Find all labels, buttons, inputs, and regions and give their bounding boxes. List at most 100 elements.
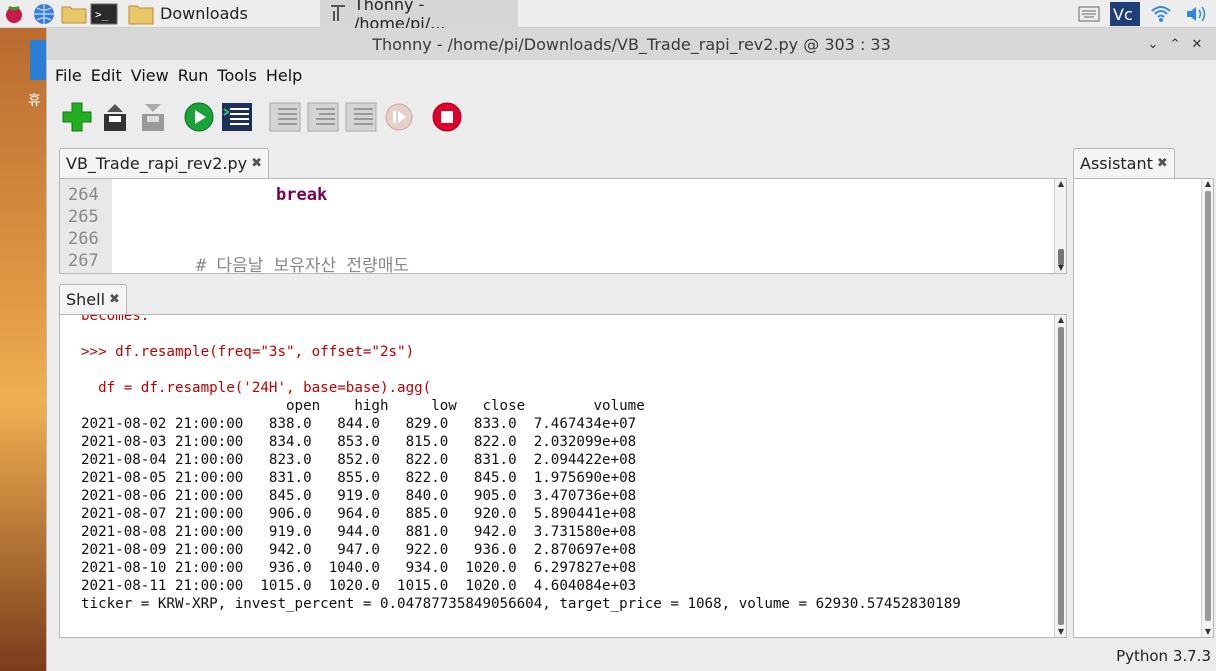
menu-run[interactable]: Run [178, 66, 209, 85]
scroll-thumb[interactable] [1058, 327, 1064, 625]
assistant-tabstrip: Assistant ✖ [1073, 146, 1214, 178]
save-file-button[interactable] [137, 101, 169, 133]
code-editor[interactable]: 264 265 266 267 break # 다음날 보유자산 전량매도 ▲ … [59, 178, 1067, 274]
assistant-tab[interactable]: Assistant ✖ [1073, 148, 1175, 178]
shell-scrollbar[interactable]: ▲ ▼ [1054, 315, 1066, 637]
thonny-window: Thonny - /home/pi/Downloads/VB_Trade_rap… [46, 28, 1216, 671]
debug-icon [222, 103, 252, 131]
assistant-panel[interactable]: ▲ ▼ [1073, 178, 1214, 638]
shell-table-row: 2021-08-04 21:00:00 823.0 852.0 822.0 83… [81, 452, 637, 468]
plus-icon [62, 102, 92, 132]
shell-output: becomes: >>> df.resample(freq="3s", offs… [81, 314, 961, 613]
shell-tabstrip: Shell ✖ [59, 282, 1067, 314]
line-number: 264 [68, 185, 99, 205]
menu-file[interactable]: File [55, 66, 82, 85]
editor-tabstrip: VB_Trade_rapi_rev2.py ✖ [59, 146, 1067, 178]
minimize-icon[interactable]: ⌄ [1142, 37, 1164, 52]
stop-icon [432, 102, 462, 132]
vnc-icon[interactable]: Vc [1108, 1, 1142, 27]
taskbar-thonny-button[interactable]: Thonny - /home/pi/... [320, 0, 518, 33]
shell-table-row: 2021-08-03 21:00:00 834.0 853.0 815.0 82… [81, 434, 637, 450]
scroll-up-icon[interactable]: ▲ [1055, 315, 1066, 325]
status-bar: Python 3.7.3 [47, 641, 1216, 671]
editor-pane: VB_Trade_rapi_rev2.py ✖ 264 265 266 267 … [59, 146, 1067, 274]
load-icon [104, 104, 126, 131]
shell-table-row: 2021-08-05 21:00:00 831.0 855.0 822.0 84… [81, 470, 637, 486]
resume-button[interactable] [383, 101, 415, 133]
browser-globe-icon[interactable] [30, 1, 58, 27]
code-line: break [276, 185, 328, 205]
close-tab-icon[interactable]: ✖ [1157, 156, 1168, 171]
window-title: Thonny - /home/pi/Downloads/VB_Trade_rap… [372, 34, 891, 54]
new-file-button[interactable] [61, 101, 93, 133]
run-button[interactable] [183, 101, 215, 133]
load-file-button[interactable] [99, 101, 131, 133]
step-into-button[interactable] [307, 101, 339, 133]
scroll-up-icon[interactable]: ▲ [1055, 179, 1066, 189]
menu-help[interactable]: Help [266, 66, 302, 85]
run-icon [184, 102, 214, 132]
trash-icon[interactable] [30, 40, 46, 80]
save-icon [142, 104, 164, 131]
step-over-icon [269, 102, 301, 132]
taskbar-downloads-label: Downloads [160, 4, 248, 23]
assistant-pane: Assistant ✖ ▲ ▼ [1073, 146, 1214, 638]
editor-tab[interactable]: VB_Trade_rapi_rev2.py ✖ [59, 148, 270, 178]
shell-table-row: 2021-08-10 21:00:00 936.0 1040.0 934.0 1… [81, 560, 637, 576]
step-over-button[interactable] [269, 101, 301, 133]
line-number: 266 [68, 229, 99, 249]
line-number: 265 [68, 207, 99, 227]
system-tray: Vc [1072, 0, 1216, 28]
shell-line: >>> df.resample(freq="3s", offset="2s") [81, 344, 415, 360]
title-bar[interactable]: Thonny - /home/pi/Downloads/VB_Trade_rap… [47, 28, 1216, 60]
volume-icon[interactable] [1180, 1, 1214, 27]
menu-edit[interactable]: Edit [91, 66, 122, 85]
menu-tools[interactable]: Tools [217, 66, 256, 85]
line-number: 267 [68, 251, 99, 271]
close-tab-icon[interactable]: ✖ [251, 156, 262, 171]
folder-icon [128, 3, 154, 25]
scroll-down-icon[interactable]: ▼ [1055, 263, 1066, 273]
resume-icon [385, 103, 413, 131]
wifi-icon[interactable] [1144, 1, 1178, 27]
assistant-tab-label: Assistant [1080, 154, 1153, 173]
editor-tab-label: VB_Trade_rapi_rev2.py [66, 154, 248, 173]
step-into-icon [307, 102, 339, 132]
assistant-scrollbar[interactable]: ▲ ▼ [1201, 179, 1213, 637]
code-line: # 다음날 보유자산 전량매도 [196, 256, 409, 274]
editor-scrollbar[interactable]: ▲ ▼ [1054, 179, 1066, 273]
scroll-up-icon[interactable]: ▲ [1202, 179, 1214, 189]
close-tab-icon[interactable]: ✖ [109, 292, 120, 307]
step-out-button[interactable] [345, 101, 377, 133]
close-icon[interactable]: ✕ [1186, 37, 1208, 52]
debug-button[interactable] [221, 101, 253, 133]
file-manager-icon[interactable] [60, 1, 88, 27]
shell-table-row: 2021-08-09 21:00:00 942.0 947.0 922.0 93… [81, 542, 637, 558]
scroll-thumb[interactable] [1205, 191, 1211, 621]
menu-bar: File Edit View Run Tools Help [47, 60, 1216, 90]
shell-table-row: 2021-08-08 21:00:00 919.0 944.0 881.0 94… [81, 524, 637, 540]
terminal-icon[interactable]: >_ [90, 1, 118, 27]
python-version-status[interactable]: Python 3.7.3 [1116, 647, 1211, 665]
shell-line: becomes: [81, 314, 150, 324]
shell-console[interactable]: becomes: >>> df.resample(freq="3s", offs… [59, 314, 1067, 638]
stop-button[interactable] [431, 101, 463, 133]
taskbar: >_ Downloads Thonny - /home/pi/... Vc [0, 0, 1216, 33]
shell-tab[interactable]: Shell ✖ [59, 284, 127, 314]
taskbar-downloads-button[interactable]: Downloads [120, 0, 320, 28]
raspberry-menu-icon[interactable] [0, 1, 28, 27]
window-controls: ⌄ ⌃ ✕ [1142, 28, 1208, 60]
maximize-icon[interactable]: ⌃ [1164, 37, 1186, 52]
shell-table-row: 2021-08-02 21:00:00 838.0 844.0 829.0 83… [81, 416, 637, 432]
svg-text:>_: >_ [95, 8, 109, 21]
scroll-down-icon[interactable]: ▼ [1055, 627, 1066, 637]
shell-line: df = df.resample('24H', base=base).agg( [81, 380, 432, 396]
svg-text:Vc: Vc [1113, 5, 1133, 24]
shell-table-header: open high low close volume [81, 398, 645, 414]
scroll-down-icon[interactable]: ▼ [1202, 627, 1214, 637]
shell-tab-label: Shell [66, 290, 106, 309]
menu-view[interactable]: View [131, 66, 169, 85]
keyboard-icon[interactable] [1072, 1, 1106, 27]
shell-table-row: 2021-08-06 21:00:00 845.0 919.0 840.0 90… [81, 488, 637, 504]
thonny-icon [328, 3, 348, 25]
